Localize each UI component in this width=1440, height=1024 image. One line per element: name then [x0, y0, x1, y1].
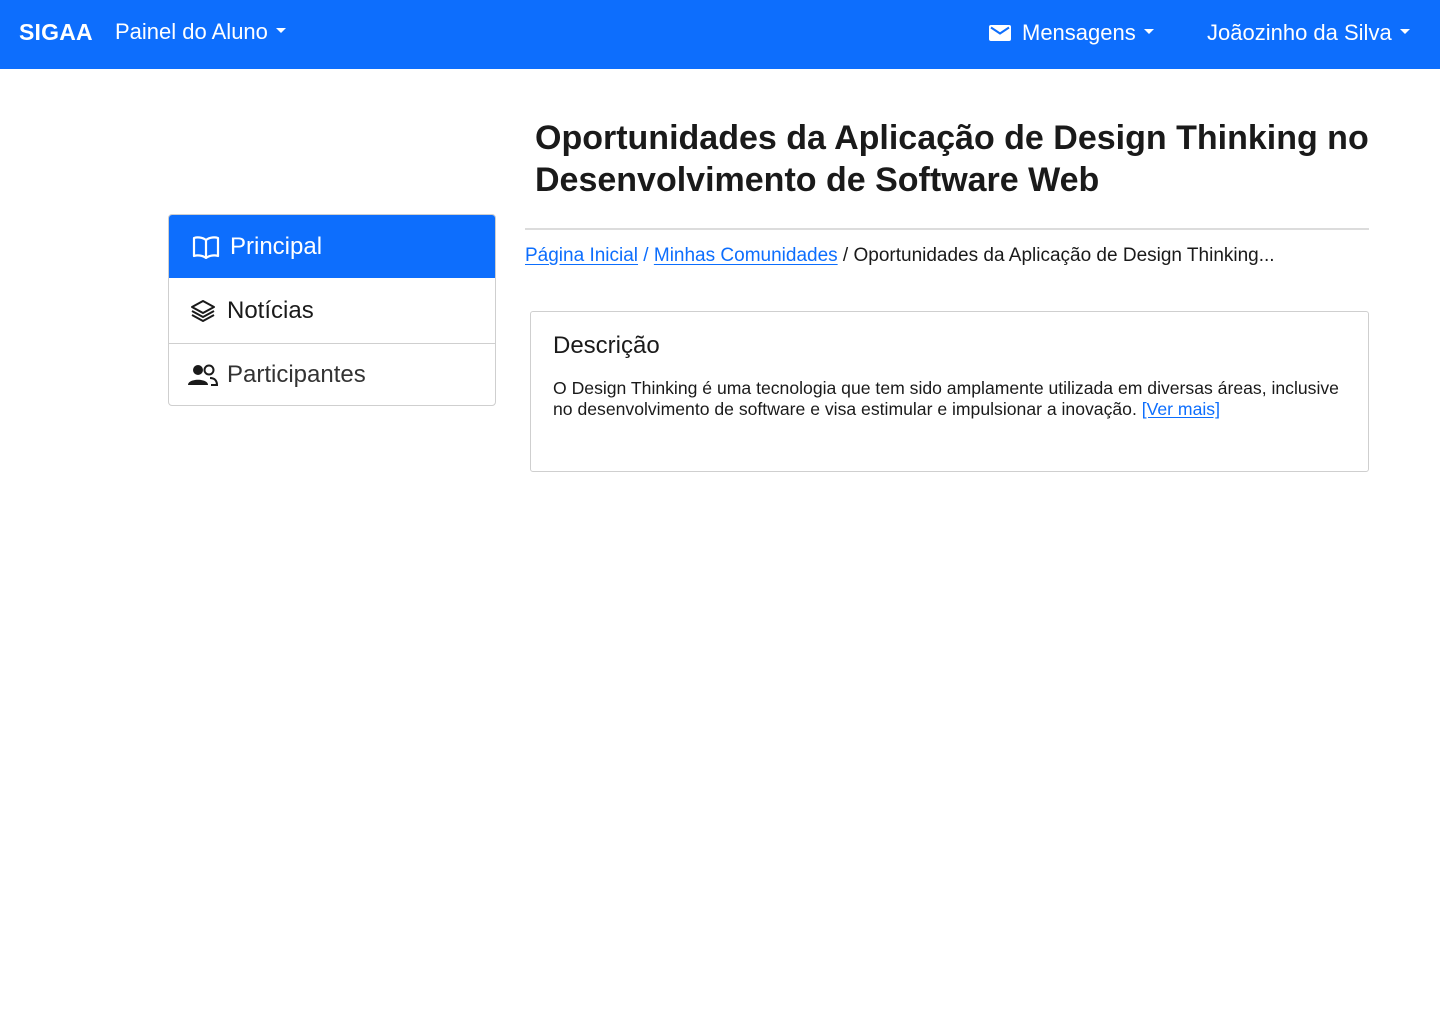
chevron-down-icon [1399, 28, 1410, 34]
chevron-down-icon [1143, 28, 1154, 34]
breadcrumb-separator: / [837, 245, 854, 266]
painel-dropdown[interactable]: Painel do Aluno [115, 19, 286, 45]
sidebar-item-principal[interactable]: Principal [169, 215, 495, 278]
book-icon [191, 234, 221, 260]
description-card: Descrição O Design Thinking é uma tecnol… [530, 311, 1369, 472]
description-text: O Design Thinking é uma tecnologia que t… [553, 378, 1363, 420]
sidebar-item-participantes[interactable]: Participantes [169, 344, 495, 405]
title-divider [525, 228, 1369, 230]
layers-icon [188, 298, 218, 324]
mensagens-dropdown[interactable]: Mensagens [989, 20, 1154, 46]
mail-icon [989, 25, 1011, 41]
brand-logo[interactable]: SIGAA [19, 19, 93, 46]
chevron-down-icon [275, 27, 286, 33]
breadcrumb-home-link[interactable]: Página Inicial [525, 245, 638, 266]
ver-mais-link[interactable]: [Ver mais] [1142, 399, 1220, 419]
sidebar-item-label: Principal [230, 232, 323, 260]
page-title: Oportunidades da Aplicação de Design Thi… [535, 119, 1369, 199]
breadcrumb-separator: / [638, 245, 654, 266]
sidebar-nav: Principal Notícias Participantes [168, 214, 496, 406]
description-body: O Design Thinking é uma tecnologia que t… [553, 378, 1339, 419]
mensagens-label: Mensagens [1022, 20, 1136, 45]
user-dropdown[interactable]: Joãozinho da Silva [1207, 20, 1410, 46]
breadcrumb-current: Oportunidades da Aplicação de Design Thi… [853, 245, 1275, 266]
painel-label: Painel do Aluno [115, 19, 268, 44]
sidebar-item-noticias[interactable]: Notícias [169, 278, 495, 344]
users-icon [188, 362, 218, 388]
breadcrumb: Página Inicial / Minhas Comunidades / Op… [525, 244, 1275, 268]
top-navbar: SIGAA Painel do Aluno Mensagens Joãozinh… [0, 0, 1440, 69]
sidebar-item-label: Notícias [227, 296, 314, 324]
user-name: Joãozinho da Silva [1207, 20, 1392, 45]
description-heading: Descrição [553, 332, 660, 359]
breadcrumb-communities-link[interactable]: Minhas Comunidades [654, 245, 838, 266]
sidebar-item-label: Participantes [227, 361, 366, 388]
